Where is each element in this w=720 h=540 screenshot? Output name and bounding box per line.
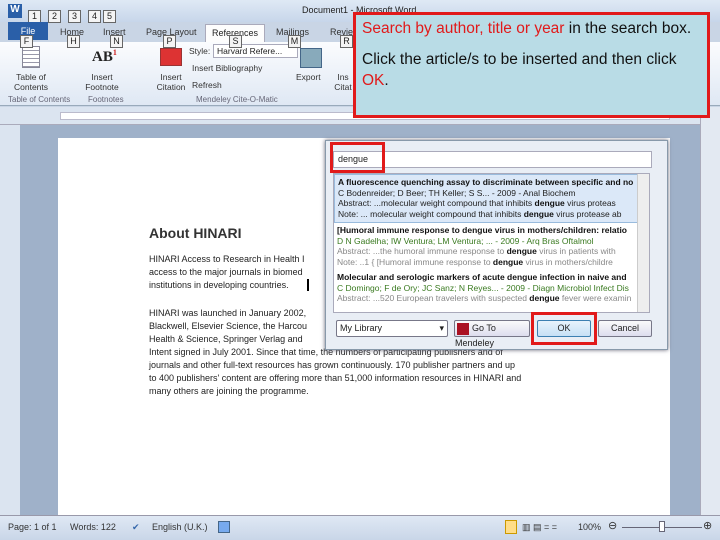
paragraph-2-line-1: HINARI was launched in January 2002, — [149, 308, 307, 318]
library-select[interactable]: My Library ▾ — [336, 320, 448, 337]
callout-text: in the search box. — [564, 20, 692, 37]
insert-citation-icon — [160, 48, 182, 66]
keytip-p: P — [163, 35, 176, 48]
callout-line-2: Click the article/s to be inserted and t… — [362, 49, 701, 91]
refresh-button[interactable]: Refresh — [192, 80, 222, 90]
result-title: A fluorescence quenching assay to discri… — [338, 177, 634, 187]
callout-text: . — [384, 72, 389, 89]
mendeley-logo-icon — [457, 322, 469, 335]
paragraph-1-line-3: institutions in developing countries. — [149, 280, 289, 290]
results-list[interactable]: A fluorescence quenching assay to discri… — [333, 173, 650, 313]
paragraph-1-line-2: access to the major journals in biomed — [149, 267, 303, 277]
paragraph-2-line-6: to 400 publishers' content are offering … — [149, 373, 522, 383]
language[interactable]: English (U.K.) — [152, 522, 208, 532]
vertical-ruler[interactable] — [0, 125, 20, 515]
paragraph-1-line-1: HINARI Access to Research in Health I — [149, 254, 305, 264]
keytip-m: M — [288, 35, 301, 48]
proofing-icon[interactable]: ✔ — [132, 522, 140, 533]
quick-access-print[interactable]: 4 — [88, 10, 101, 23]
keytip-s: S — [229, 35, 242, 48]
result-abstract: Abstract: ...520 European travelers with… — [337, 293, 632, 303]
callout-emphasis: Search by author, title or year — [362, 20, 565, 37]
group-label-footnotes: Footnotes — [88, 95, 124, 104]
mendeley-insert-citation-dialog: dengue A fluorescence quenching assay to… — [325, 140, 668, 350]
zoom-in-icon[interactable]: ⊕ — [703, 519, 712, 532]
word-count[interactable]: Words: 122 — [70, 522, 116, 532]
print-layout-view-icon[interactable] — [505, 520, 517, 534]
zoom-slider-handle[interactable] — [659, 521, 665, 532]
status-bar: Page: 1 of 1 Words: 122 ✔ English (U.K.)… — [0, 515, 720, 540]
cancel-button[interactable]: Cancel — [598, 320, 652, 337]
group-label-mendeley: Mendeley Cite-O-Matic — [196, 95, 278, 104]
export-button[interactable]: Export — [296, 72, 321, 82]
vertical-scrollbar[interactable] — [700, 107, 720, 515]
result-item[interactable]: Molecular and serologic markers of acute… — [334, 270, 649, 307]
table-of-contents-icon — [22, 46, 40, 68]
result-abstract: Abstract: ...molecular weight compound t… — [338, 198, 616, 208]
quick-access-undo[interactable]: 2 — [48, 10, 61, 23]
result-note: Note: ..1 { [Humoral immune response to … — [337, 256, 613, 267]
style-label: Style: — [189, 46, 211, 56]
result-authors: C Domingo; F de Ory; JC Sanz; N Reyes...… — [337, 282, 629, 293]
paragraph-2-line-7: many others are joining the programme. — [149, 386, 309, 396]
chevron-down-icon: ▾ — [439, 323, 444, 333]
zoom-out-icon[interactable]: ⊖ — [608, 519, 617, 532]
keytip-h: H — [67, 35, 80, 48]
callout-text: Click the article/s to be inserted and t… — [362, 51, 677, 68]
table-of-contents-button[interactable]: Table of Contents — [6, 72, 56, 92]
result-note: Note: ... molecular weight compound that… — [338, 208, 622, 219]
word-logo-icon: W — [8, 4, 22, 18]
callout-emphasis: OK — [362, 72, 385, 89]
result-title: Molecular and serologic markers of acute… — [337, 272, 627, 282]
macro-icon[interactable] — [218, 521, 230, 533]
result-title: [Humoral immune response to dengue virus… — [337, 225, 627, 235]
library-select-value: My Library — [340, 323, 383, 333]
footnote-icon: AB1 — [92, 48, 117, 65]
zoom-level[interactable]: 100% — [578, 522, 601, 532]
ok-highlight — [531, 312, 597, 345]
paragraph-2-line-3: Health & Science, Springer Verlag and — [149, 334, 303, 344]
result-authors: C Bodenreider; D Beer; TH Keller; S S...… — [338, 187, 576, 198]
group-label-toc: Table of Contents — [8, 95, 71, 104]
citation-style-select[interactable]: Harvard Refere... — [213, 44, 298, 58]
paragraph-2-line-5: journals and other full-text resources h… — [149, 360, 516, 370]
keytip-f: F — [20, 35, 33, 48]
quick-access-redo[interactable]: 3 — [68, 10, 81, 23]
insert-citation-button-2[interactable]: Ins Citat — [334, 72, 352, 92]
result-authors: D N Gadelha; IW Ventura; LM Ventura; ...… — [337, 235, 594, 246]
go-to-mendeley-button[interactable]: Go To Mendeley — [454, 320, 530, 348]
callout-line-1: Search by author, title or year in the s… — [362, 18, 701, 39]
insert-footnote-button[interactable]: Insert Footnote — [82, 72, 122, 92]
text-cursor — [307, 279, 309, 291]
result-item[interactable]: A fluorescence quenching assay to discri… — [334, 174, 649, 223]
insert-bibliography-button[interactable]: Insert Bibliography — [192, 63, 262, 73]
results-scrollbar[interactable] — [637, 174, 649, 312]
keytip-n: N — [110, 35, 123, 48]
result-item[interactable]: [Humoral immune response to dengue virus… — [334, 223, 649, 270]
keytip-r: R — [340, 35, 353, 48]
view-buttons-icon[interactable]: ▥ ▤ = = — [522, 522, 557, 533]
page-count[interactable]: Page: 1 of 1 — [8, 522, 57, 532]
paragraph-2-line-2: Blackwell, Elsevier Science, the Harcou — [149, 321, 308, 331]
result-abstract: Abstract: ...the humoral immune response… — [337, 246, 616, 256]
document-heading: About HINARI — [149, 225, 242, 241]
quick-access-new[interactable]: 5 — [103, 10, 116, 23]
export-icon — [300, 48, 322, 68]
instruction-callout: Search by author, title or year in the s… — [353, 12, 710, 118]
insert-citation-button[interactable]: Insert Citation — [152, 72, 190, 92]
search-highlight — [330, 142, 385, 173]
